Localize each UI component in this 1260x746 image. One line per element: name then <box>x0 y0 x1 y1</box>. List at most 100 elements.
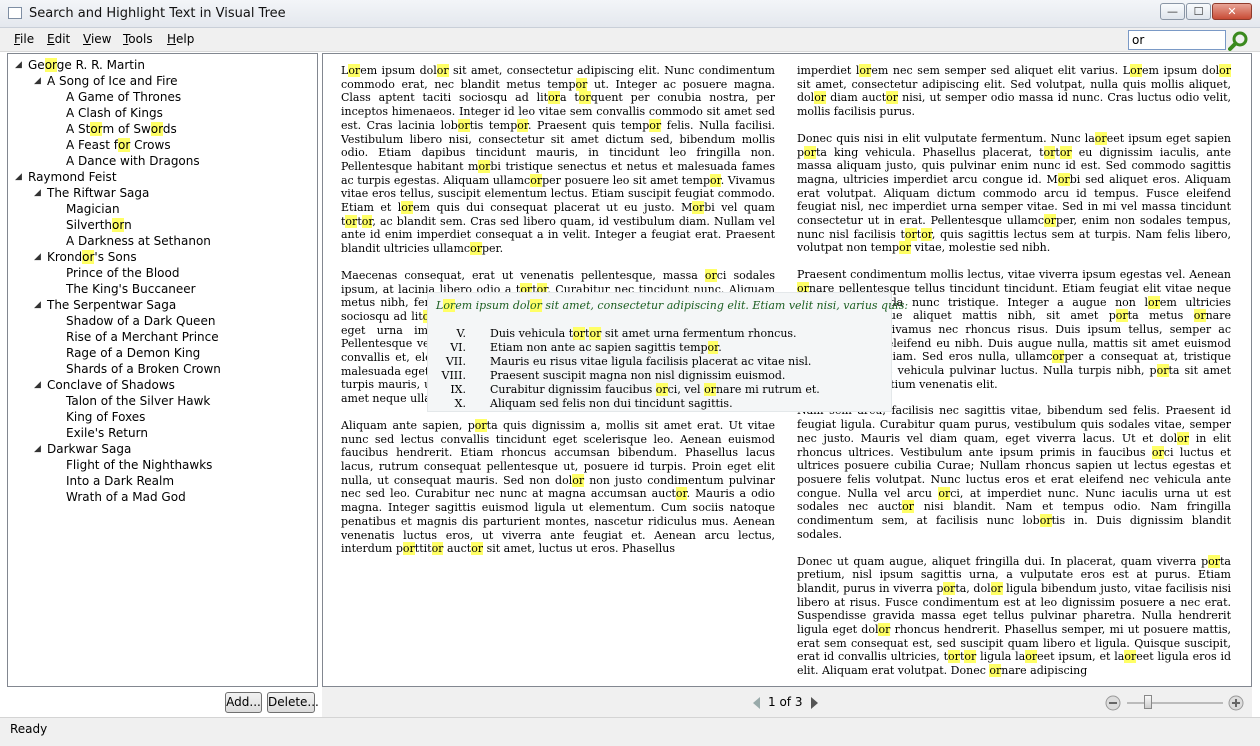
document-paragraph: Donec quis nisi in elit vulputate fermen… <box>797 131 1231 255</box>
menu-bar: File Edit View Tools Help <box>0 28 1260 52</box>
zoom-in-icon[interactable] <box>1228 695 1244 711</box>
tree-item[interactable]: A Game of Thrones <box>66 90 181 104</box>
document-toolbar: 1 of 3 <box>322 687 1252 717</box>
menu-file[interactable]: File <box>14 32 34 46</box>
document-viewer[interactable]: Lorem ipsum dolor sit amet, consectetur … <box>322 53 1252 687</box>
tree-item[interactable]: Shards of a Broken Crown <box>66 362 221 376</box>
zoom-out-icon[interactable] <box>1105 695 1121 711</box>
tree-expander-icon[interactable]: ◢ <box>34 444 41 454</box>
menu-edit[interactable]: Edit <box>47 32 70 46</box>
callout-item-text: Curabitur dignissim faucibus orci, vel o… <box>490 383 820 396</box>
tree-expander-icon[interactable]: ◢ <box>15 60 22 70</box>
tree-item[interactable]: King of Foxes <box>66 410 145 424</box>
search-highlight: or <box>692 201 705 215</box>
search-highlight: or <box>704 268 717 282</box>
search-highlight: or <box>707 341 719 354</box>
tree-item[interactable]: Wrath of a Mad God <box>66 490 186 504</box>
search-input[interactable] <box>1128 30 1226 50</box>
callout-item-text: Praesent suscipit magna non nisl digniss… <box>490 369 786 382</box>
tree-item[interactable]: A Clash of Kings <box>66 106 163 120</box>
search-highlight: or <box>886 91 899 105</box>
tree-expander-icon[interactable]: ◢ <box>34 300 41 310</box>
search-highlight: or <box>948 650 960 664</box>
status-text: Ready <box>10 722 48 736</box>
tree-item[interactable]: A Feast for Crows <box>66 138 171 152</box>
search-highlight: or <box>436 64 449 77</box>
callout-heading: Lorem ipsum dolor sit amet, consectetur … <box>436 299 909 312</box>
search-highlight: or <box>150 122 163 136</box>
search-highlight: or <box>471 542 484 556</box>
search-highlight: or <box>575 77 588 91</box>
current-page: 1 <box>768 695 776 709</box>
tree-item[interactable]: George R. R. Martin <box>28 58 145 72</box>
search-highlight: or <box>572 473 585 487</box>
search-highlight: or <box>345 214 358 228</box>
search-highlight: or <box>1044 214 1056 228</box>
document-paragraph: Donec ut quam augue, aliquet fringilla d… <box>797 554 1232 678</box>
callout-item-number: V. <box>456 327 466 340</box>
zoom-slider-track[interactable] <box>1127 702 1223 704</box>
search-highlight: or <box>902 500 914 514</box>
tree-expander-icon[interactable]: ◢ <box>34 252 41 262</box>
search-highlight: or <box>655 383 668 396</box>
tree-item[interactable]: A Storm of Swords <box>66 122 177 136</box>
window-title: Search and Highlight Text in Visual Tree <box>29 6 286 21</box>
close-button[interactable]: ✕ <box>1212 3 1252 20</box>
search-highlight: or <box>470 242 482 256</box>
tree-item[interactable]: The Riftwar Saga <box>47 186 149 200</box>
search-highlight: or <box>530 299 542 312</box>
zoom-slider-thumb[interactable] <box>1144 695 1152 709</box>
minimize-button[interactable]: — <box>1160 3 1185 20</box>
search-highlight: or <box>1043 145 1056 159</box>
tree-item[interactable]: The Serpentwar Saga <box>47 298 176 312</box>
tree-item[interactable]: Krondor's Sons <box>47 250 137 264</box>
tree-item[interactable]: A Darkness at Sethanon <box>66 234 211 248</box>
tree-item[interactable]: Rise of a Merchant Prince <box>66 330 219 344</box>
search-highlight: or <box>578 91 591 105</box>
tree-item[interactable]: Shadow of a Dark Queen <box>66 314 215 328</box>
search-highlight: or <box>921 227 932 241</box>
search-highlight: or <box>474 418 487 432</box>
book-tree[interactable]: ◢ George R. R. Martin ◢ A Song of Ice and F… <box>7 53 318 687</box>
tree-item[interactable]: Darkwar Saga <box>47 442 131 456</box>
tree-item[interactable]: Exile's Return <box>66 426 148 440</box>
previous-page-icon[interactable] <box>753 697 761 709</box>
search-highlight: or <box>401 201 414 215</box>
add-button[interactable]: Add... <box>225 692 262 713</box>
tree-item[interactable]: Silverthorn <box>66 218 132 232</box>
tree-item[interactable]: Flight of the Nighthawks <box>66 458 212 472</box>
tree-item[interactable]: Rage of a Demon King <box>66 346 200 360</box>
tree-item[interactable]: Conclave of Shadows <box>47 378 175 392</box>
search-highlight: or <box>530 173 543 187</box>
search-highlight: or <box>1094 131 1107 145</box>
callout-item-number: VII. <box>445 355 466 368</box>
callout-item-number: IX. <box>450 383 466 396</box>
search-highlight: or <box>589 327 602 340</box>
tree-item[interactable]: Into a Dark Realm <box>66 474 174 488</box>
tree-item[interactable]: A Song of Ice and Fire <box>47 74 178 88</box>
next-page-icon[interactable] <box>811 697 819 709</box>
search-highlight: or <box>548 91 560 105</box>
tree-expander-icon[interactable]: ◢ <box>34 76 41 86</box>
search-highlight: or <box>361 214 373 228</box>
search-highlight: or <box>402 542 415 556</box>
tree-item[interactable]: Raymond Feist <box>28 170 117 184</box>
search-highlight: or <box>899 241 911 255</box>
tree-item[interactable]: Talon of the Silver Hawk <box>66 394 210 408</box>
page-of-label: of <box>779 695 792 709</box>
menu-tools[interactable]: Tools <box>123 32 153 46</box>
tree-expander-icon[interactable]: ◢ <box>34 188 41 198</box>
maximize-button[interactable]: ☐ <box>1186 3 1211 20</box>
tree-expander-icon[interactable]: ◢ <box>15 172 22 182</box>
menu-help[interactable]: Help <box>167 32 194 46</box>
menu-view[interactable]: View <box>83 32 111 46</box>
search-icon[interactable] <box>1228 30 1250 52</box>
delete-button[interactable]: Delete... <box>267 692 319 713</box>
tree-item[interactable]: Prince of the Blood <box>66 266 179 280</box>
tree-item[interactable]: The King's Buccaneer <box>66 282 196 296</box>
total-pages: 3 <box>794 695 803 709</box>
tree-item[interactable]: A Dance with Dragons <box>66 154 200 168</box>
tree-expander-icon[interactable]: ◢ <box>34 380 41 390</box>
search-highlight: or <box>443 299 456 312</box>
tree-item[interactable]: Magician <box>66 202 120 216</box>
